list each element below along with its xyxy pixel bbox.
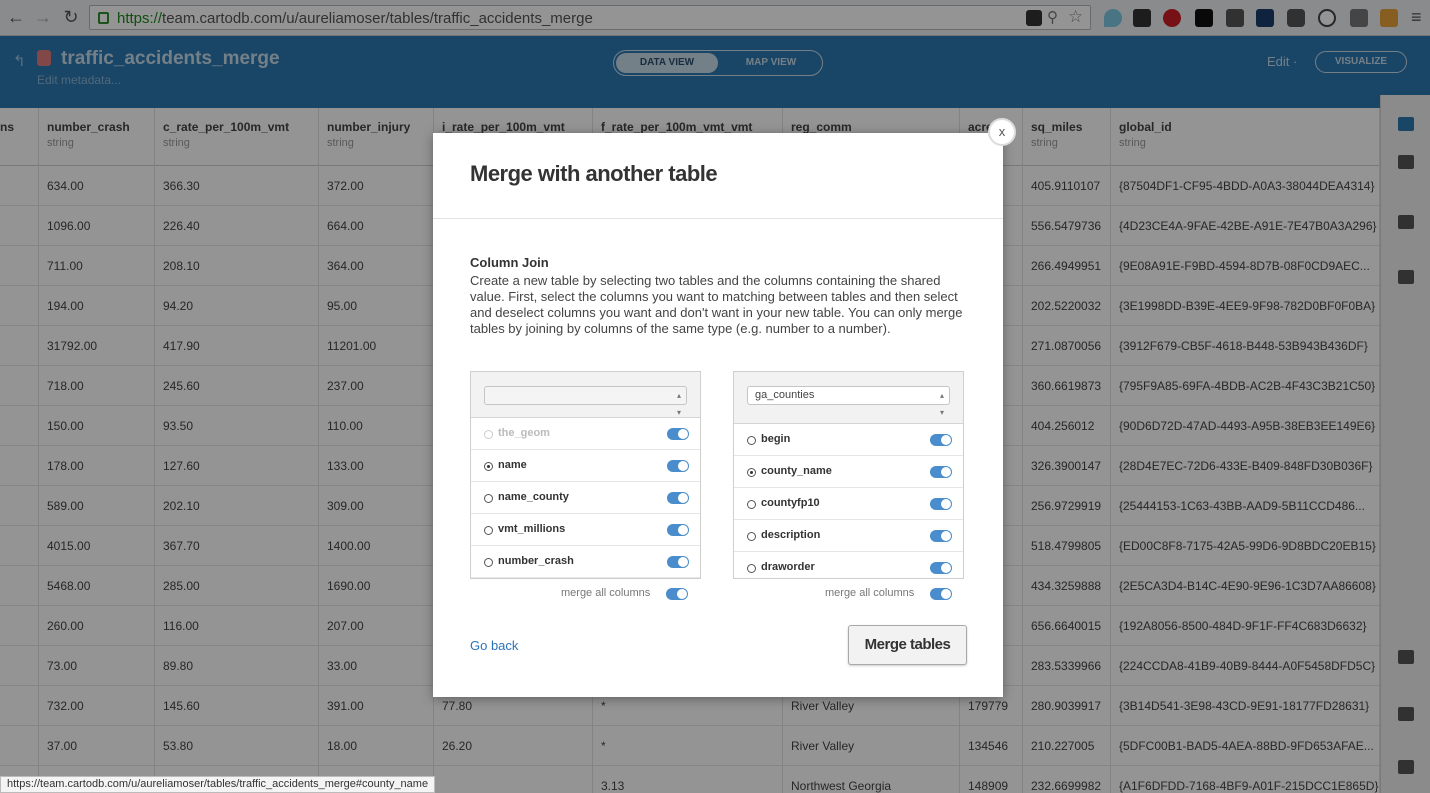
column-option-row: name	[471, 450, 700, 482]
column-option-row: number_crash	[471, 546, 700, 578]
include-column-toggle[interactable]	[667, 428, 689, 440]
right-table-select[interactable]: ga_counties ▴ ▾	[747, 386, 950, 417]
section-title: Column Join	[470, 255, 549, 270]
join-column-radio[interactable]	[484, 462, 493, 471]
select-arrows-icon: ▴ ▾	[939, 391, 944, 417]
join-column-radio[interactable]	[484, 494, 493, 503]
column-option-row: description	[734, 520, 963, 552]
join-column-radio	[484, 430, 493, 439]
right-column-list: begin county_name countyfp10 description dra…	[734, 424, 963, 578]
left-table-picker: ▴ ▾ the_geomname name_county vmt_millionsnu…	[470, 371, 701, 579]
left-picker-header: ▴ ▾	[471, 372, 700, 418]
join-column-radio[interactable]	[747, 500, 756, 509]
modal-divider	[433, 218, 1003, 219]
column-option-label: name	[498, 459, 527, 471]
column-option-label: description	[761, 529, 821, 541]
column-option-row: the_geom	[471, 418, 700, 450]
column-option-label: number_crash	[498, 555, 574, 567]
column-option-label: the_geom	[498, 427, 550, 439]
merge-tables-button[interactable]: Merge tables	[848, 625, 967, 665]
include-column-toggle[interactable]	[930, 530, 952, 542]
right-table-select-value: ga_counties	[755, 389, 815, 401]
column-option-label: draworder	[761, 561, 815, 573]
include-column-toggle[interactable]	[930, 466, 952, 478]
left-merge-all-label: merge all columns	[561, 587, 651, 599]
join-column-radio[interactable]	[747, 436, 756, 445]
merge-modal: Merge with another table Column Join Cre…	[433, 133, 1003, 697]
include-column-toggle[interactable]	[930, 562, 952, 574]
modal-title: Merge with another table	[470, 161, 718, 186]
join-column-radio[interactable]	[747, 564, 756, 573]
go-back-link[interactable]: Go back	[470, 638, 518, 653]
include-column-toggle[interactable]	[930, 434, 952, 446]
join-column-radio[interactable]	[484, 558, 493, 567]
right-merge-all-label: merge all columns	[825, 587, 915, 599]
join-column-radio[interactable]	[484, 526, 493, 535]
status-url: https://team.cartodb.com/u/aureliamoser/…	[0, 776, 436, 793]
column-option-row: name_county	[471, 482, 700, 514]
column-option-label: countyfp10	[761, 497, 820, 509]
include-column-toggle[interactable]	[667, 556, 689, 568]
select-arrows-icon: ▴ ▾	[676, 391, 681, 417]
right-merge-all-toggle[interactable]	[930, 588, 952, 600]
column-option-row: county_name	[734, 456, 963, 488]
column-option-label: county_name	[761, 465, 832, 477]
column-option-row: vmt_millions	[471, 514, 700, 546]
column-option-label: vmt_millions	[498, 523, 566, 535]
include-column-toggle[interactable]	[667, 524, 689, 536]
include-column-toggle[interactable]	[667, 492, 689, 504]
left-merge-all-toggle[interactable]	[666, 588, 688, 600]
column-option-label: begin	[761, 433, 791, 445]
include-column-toggle[interactable]	[930, 498, 952, 510]
right-picker-header: ga_counties ▴ ▾	[734, 372, 963, 424]
left-table-select[interactable]: ▴ ▾	[484, 386, 687, 417]
section-description: Create a new table by selecting two tabl…	[470, 273, 963, 336]
left-column-list: the_geomname name_county vmt_millionsnumbe…	[471, 418, 700, 578]
column-option-row: begin	[734, 424, 963, 456]
include-column-toggle[interactable]	[667, 460, 689, 472]
join-column-radio[interactable]	[747, 532, 756, 541]
column-option-row: draworder	[734, 552, 963, 578]
column-option-label: name_county	[498, 491, 569, 503]
join-column-radio[interactable]	[747, 468, 756, 477]
right-table-picker: ga_counties ▴ ▾ begin county_name countyfp1…	[733, 371, 964, 579]
close-modal-button[interactable]: x	[988, 118, 1016, 146]
column-option-row: countyfp10	[734, 488, 963, 520]
